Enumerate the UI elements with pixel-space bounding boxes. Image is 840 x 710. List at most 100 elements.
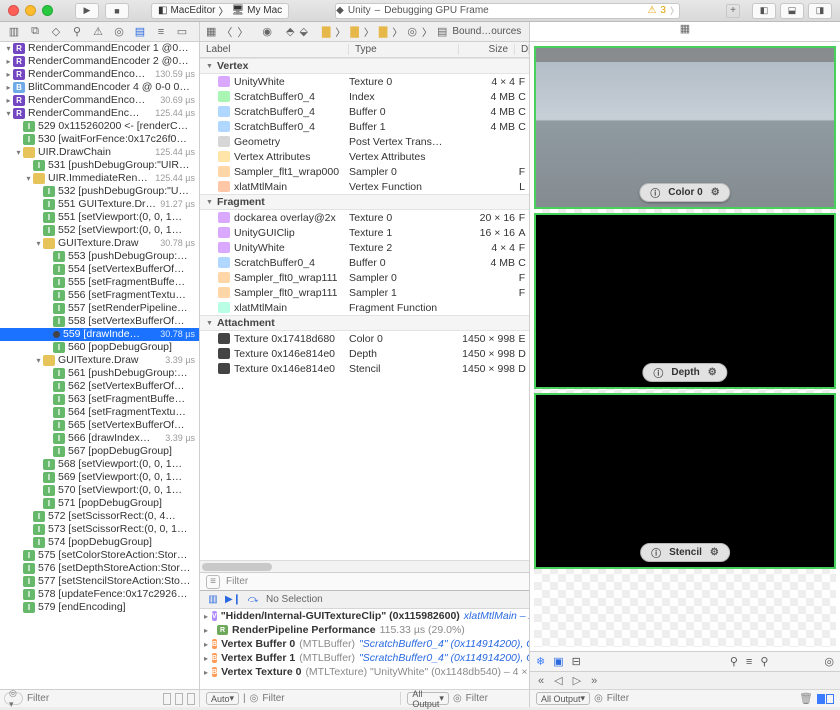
call-tree-row[interactable]: ▾RRenderCommandEncoder 1 @0… [0, 42, 199, 55]
resource-table[interactable]: VertexUnityWhiteTexture 04 × 4FScratchBu… [200, 58, 529, 560]
forward-button[interactable]: 〉 [237, 25, 248, 39]
call-tree-row[interactable]: ▾RRenderCommandEnc…125.44 µs [0, 107, 199, 120]
disclosure-triangle[interactable]: ▾ [4, 107, 13, 120]
table-row[interactable]: ScratchBuffer0_4Buffer 04 MBC [200, 255, 529, 270]
disclosure-triangle[interactable]: ▸ [4, 81, 13, 94]
col-label[interactable]: Label [200, 44, 349, 55]
chevron-right-icon[interactable]: 〉 [670, 4, 679, 17]
navigator-filter-input[interactable] [27, 693, 159, 704]
find-nav-icon[interactable]: ⚲ [69, 25, 85, 39]
call-tree-row[interactable]: I530 [waitForFence:0x17c26f0… [0, 133, 199, 146]
call-tree-row[interactable]: 559 [drawInde…30.78 µs [0, 328, 199, 341]
zoom-window-button[interactable] [42, 5, 53, 16]
table-row[interactable]: Sampler_flt0_wrap111Sampler 1F [200, 285, 529, 300]
gear-icon[interactable]: ⚙ [708, 367, 717, 378]
call-tree-row[interactable]: I577 [setStencilStoreAction:Stor… [0, 575, 199, 588]
jump-crumb-text[interactable]: Bound…ources [452, 26, 521, 37]
table-group-header[interactable]: Vertex [200, 58, 529, 74]
table-row[interactable]: ScratchBuffer0_4Index4 MBC [200, 89, 529, 104]
call-tree-row[interactable]: ▾GUITexture.Draw30.78 µs [0, 237, 199, 250]
call-tree-row[interactable]: I564 [setFragmentTextu… [0, 406, 199, 419]
disclosure-triangle[interactable]: ▸ [204, 640, 208, 649]
issue-nav-icon[interactable]: ⚠ [90, 25, 106, 39]
disclosure-triangle[interactable]: ▸ [204, 668, 208, 677]
console-filter-icon[interactable]: ◎ [453, 693, 462, 704]
console-filter-icon[interactable]: ◎ [594, 693, 603, 704]
panel-right-toggle[interactable]: ◨ [808, 3, 832, 19]
call-tree-row[interactable]: I556 [setFragmentTextu… [0, 289, 199, 302]
col-type[interactable]: Type [349, 44, 459, 55]
table-row[interactable]: ScratchBuffer0_4Buffer 04 MBC [200, 104, 529, 119]
call-tree-row[interactable]: I557 [setRenderPipeline… [0, 302, 199, 315]
col-d[interactable]: D [515, 44, 529, 55]
table-row[interactable]: UnityWhiteTexture 04 × 4F [200, 74, 529, 89]
back-button[interactable]: 〈 [221, 25, 232, 39]
variable-row[interactable]: ▸RRenderPipeline Performance 115.33 µs (… [200, 623, 529, 637]
camera-icon[interactable]: ▣ [553, 655, 563, 668]
disclosure-triangle[interactable]: ▾ [4, 42, 13, 55]
call-tree-row[interactable]: I532 [pushDebugGroup:"U… [0, 185, 199, 198]
call-tree-row[interactable]: I575 [setColorStoreAction:Store… [0, 549, 199, 562]
table-row[interactable]: Vertex AttributesVertex Attributes [200, 149, 529, 164]
variable-row[interactable]: ▸BVertex Texture 0 (MTLTexture) "UnityWh… [200, 665, 529, 679]
snowflake-icon[interactable]: ❄ [536, 655, 545, 668]
variable-row[interactable]: ▸V"Hidden/Internal-GUITextureClip" (0x11… [200, 609, 529, 623]
search-icon[interactable]: ⚲ [730, 655, 738, 668]
panel-bottom-toggle[interactable]: ⬓ [780, 3, 804, 19]
variable-link[interactable]: "ScratchBuffer0_4" (0x114914200), Offset… [359, 638, 529, 650]
call-tree-row[interactable]: ▾GUITexture.Draw3.39 µs [0, 354, 199, 367]
disclosure-triangle[interactable]: ▾ [14, 146, 23, 159]
call-tree-row[interactable]: I563 [setFragmentBuffe… [0, 393, 199, 406]
breakpoint-nav-icon[interactable]: ≡ [153, 25, 169, 39]
call-tree-row[interactable]: I561 [pushDebugGroup:… [0, 367, 199, 380]
call-tree-row[interactable]: I566 [drawIndex…3.39 µs [0, 432, 199, 445]
close-window-button[interactable] [8, 5, 19, 16]
attachment-depth[interactable]: ⓘ Depth ⚙ [534, 213, 836, 389]
project-nav-icon[interactable]: ▥ [6, 25, 22, 39]
filter-toggle-1[interactable] [163, 693, 171, 705]
variable-row[interactable]: ▸BVertex Buffer 1 (MTLBuffer) "ScratchBu… [200, 651, 529, 665]
call-tree-row[interactable]: I578 [updateFence:0x17c2926… [0, 588, 199, 601]
crumb-icon-2[interactable]: ⬘ [286, 25, 294, 39]
table-row[interactable]: ScratchBuffer0_4Buffer 14 MBC [200, 119, 529, 134]
crumb-icon-1[interactable]: ◉ [262, 25, 272, 39]
call-tree-row[interactable]: I579 [endEncoding] [0, 601, 199, 614]
call-tree-row[interactable]: I554 [setVertexBufferOf… [0, 263, 199, 276]
warning-icon[interactable]: ⚠ [647, 5, 656, 16]
step-back-icon[interactable]: ◁ [554, 674, 562, 687]
target-icon[interactable]: ◎ [407, 25, 417, 39]
disclosure-triangle[interactable]: ▸ [204, 612, 208, 621]
folder-icon[interactable]: ▇ [350, 25, 358, 39]
table-row[interactable]: UnityWhiteTexture 24 × 4F [200, 240, 529, 255]
gear-icon[interactable]: ⚙ [711, 187, 720, 198]
variable-link[interactable]: xlatMtlMain – xlatMtlMain [464, 610, 529, 622]
table-row[interactable]: Texture 0x146e814e0Depth1450 × 998D [200, 346, 529, 361]
call-tree-row[interactable]: I531 [pushDebugGroup:"UIR… [0, 159, 199, 172]
source-nav-icon[interactable]: ⧉ [27, 25, 43, 39]
info-icon[interactable]: ⓘ [653, 365, 663, 380]
disclosure-triangle[interactable]: ▸ [4, 94, 13, 107]
horizontal-scrollbar[interactable] [200, 560, 529, 572]
run-button[interactable]: ▶ [75, 3, 99, 19]
toggle-vars-icon[interactable]: ▥ [206, 594, 220, 605]
folder-icon[interactable]: ▇ [379, 25, 387, 39]
disclosure-triangle[interactable]: ▸ [204, 654, 208, 663]
clear-console-button-2[interactable]: 🗑 [799, 692, 813, 705]
continue-button[interactable]: ▶❙ [226, 594, 240, 605]
gear-icon[interactable]: ⚙ [710, 547, 719, 558]
call-tree-row[interactable]: I553 [pushDebugGroup:… [0, 250, 199, 263]
settings-icon[interactable]: ≡ [746, 656, 752, 668]
table-group-header[interactable]: Attachment [200, 315, 529, 331]
table-row[interactable]: Sampler_flt0_wrap111Sampler 0F [200, 270, 529, 285]
locate-icon[interactable]: ◎ [824, 655, 834, 668]
call-tree-row[interactable]: I560 [popDebugGroup] [0, 341, 199, 354]
call-tree-row[interactable]: I572 [setScissorRect:(0, 4… [0, 510, 199, 523]
call-tree-row[interactable]: I555 [setFragmentBuffe… [0, 276, 199, 289]
test-nav-icon[interactable]: ◎ [111, 25, 127, 39]
table-row[interactable]: UnityGUIClipTexture 116 × 16A [200, 225, 529, 240]
variable-link[interactable]: "ScratchBuffer0_4" (0x114914200), Offset… [359, 652, 529, 664]
auto-scope-select[interactable]: Auto ▾ [206, 692, 239, 705]
related-items-icon[interactable]: ▦ [677, 22, 693, 35]
call-tree-row[interactable]: I567 [popDebugGroup] [0, 445, 199, 458]
call-tree-row[interactable]: I558 [setVertexBufferOf… [0, 315, 199, 328]
